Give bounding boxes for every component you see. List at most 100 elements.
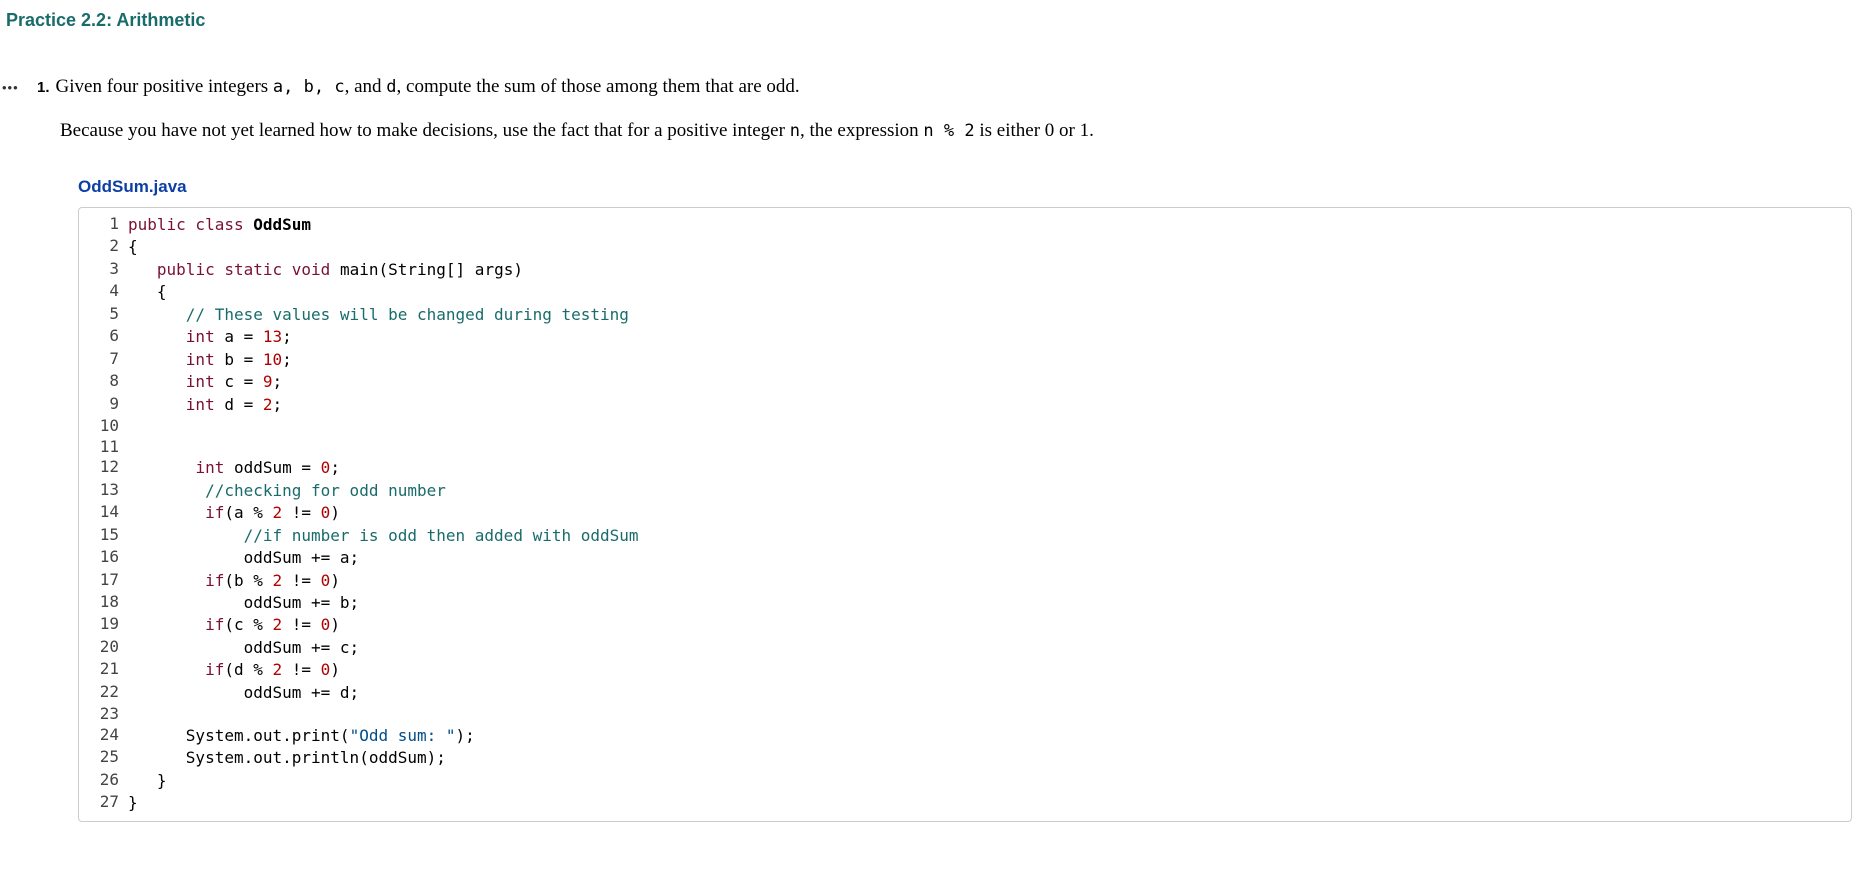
line-number: 6 [79, 326, 127, 348]
line-number: 3 [79, 259, 127, 281]
code-content[interactable]: public static void main(String[] args) [127, 259, 659, 281]
code-line: 23 [79, 704, 659, 724]
code-content[interactable]: oddSum += b; [127, 592, 659, 614]
problem-text-1: Given four positive integers a, b, c, an… [56, 76, 800, 98]
code-content[interactable]: int oddSum = 0; [127, 457, 659, 479]
line-number: 8 [79, 371, 127, 393]
code-content[interactable]: int b = 10; [127, 349, 659, 371]
line-number: 13 [79, 480, 127, 502]
code-content[interactable]: if(b % 2 != 0) [127, 570, 659, 592]
difficulty-dots: ••• [0, 80, 37, 95]
code-line: 27} [79, 792, 659, 814]
code-content[interactable]: //checking for odd number [127, 480, 659, 502]
line-number: 26 [79, 770, 127, 792]
t2-mid: , the expression [800, 120, 923, 141]
code-content[interactable]: } [127, 770, 659, 792]
code-line: 7 int b = 10; [79, 349, 659, 371]
code-line: 6 int a = 13; [79, 326, 659, 348]
line-number: 4 [79, 281, 127, 303]
code-line: 1public class OddSum [79, 214, 659, 236]
line-number: 7 [79, 349, 127, 371]
code-content[interactable]: int d = 2; [127, 394, 659, 416]
line-number: 15 [79, 525, 127, 547]
code-line: 22 oddSum += d; [79, 682, 659, 704]
code-line: 10 [79, 416, 659, 436]
t1-pre: Given four positive integers [56, 76, 273, 97]
code-line: 16 oddSum += a; [79, 547, 659, 569]
line-number: 10 [79, 416, 127, 436]
code-content[interactable] [127, 704, 659, 724]
t2-n: n [790, 121, 800, 141]
line-number: 23 [79, 704, 127, 724]
code-line: 20 oddSum += c; [79, 637, 659, 659]
code-content[interactable]: if(c % 2 != 0) [127, 614, 659, 636]
code-content[interactable]: int c = 9; [127, 371, 659, 393]
line-number: 16 [79, 547, 127, 569]
line-number: 5 [79, 304, 127, 326]
code-line: 5 // These values will be changed during… [79, 304, 659, 326]
line-number: 27 [79, 792, 127, 814]
code-line: 2{ [79, 236, 659, 258]
line-number: 20 [79, 637, 127, 659]
code-line: 9 int d = 2; [79, 394, 659, 416]
code-line: 18 oddSum += b; [79, 592, 659, 614]
code-line: 13 //checking for odd number [79, 480, 659, 502]
t1-mid1: , and [345, 76, 387, 97]
code-content[interactable]: oddSum += c; [127, 637, 659, 659]
code-line: 4 { [79, 281, 659, 303]
t2-expr: n % 2 [923, 121, 974, 141]
code-line: 3 public static void main(String[] args) [79, 259, 659, 281]
code-line: 26 } [79, 770, 659, 792]
line-number: 1 [79, 214, 127, 236]
code-content[interactable]: if(a % 2 != 0) [127, 502, 659, 524]
code-line: 14 if(a % 2 != 0) [79, 502, 659, 524]
t1-vars: a, b, c [273, 77, 345, 97]
problem-text-2: Because you have not yet learned how to … [60, 120, 1872, 142]
t1-d: d [386, 77, 396, 97]
code-content[interactable]: oddSum += d; [127, 682, 659, 704]
code-content[interactable]: public class OddSum [127, 214, 659, 236]
code-content[interactable]: if(d % 2 != 0) [127, 659, 659, 681]
code-content[interactable]: System.out.print("Odd sum: "); [127, 725, 659, 747]
code-line: 15 //if number is odd then added with od… [79, 525, 659, 547]
code-line: 17 if(b % 2 != 0) [79, 570, 659, 592]
code-content[interactable]: // These values will be changed during t… [127, 304, 659, 326]
line-number: 22 [79, 682, 127, 704]
line-number: 24 [79, 725, 127, 747]
line-number: 25 [79, 747, 127, 769]
code-content[interactable]: { [127, 236, 659, 258]
code-line: 19 if(c % 2 != 0) [79, 614, 659, 636]
problem-block: ••• 1. Given four positive integers a, b… [0, 76, 1872, 822]
line-number: 9 [79, 394, 127, 416]
code-line: 21 if(d % 2 != 0) [79, 659, 659, 681]
code-content[interactable]: System.out.println(oddSum); [127, 747, 659, 769]
line-number: 17 [79, 570, 127, 592]
line-number: 2 [79, 236, 127, 258]
code-editor[interactable]: 1public class OddSum2{3 public static vo… [78, 207, 1852, 822]
code-line: 25 System.out.println(oddSum); [79, 747, 659, 769]
code-line: 8 int c = 9; [79, 371, 659, 393]
code-table: 1public class OddSum2{3 public static vo… [79, 214, 659, 815]
t1-mid2: , compute the sum of those among them th… [397, 76, 800, 97]
code-content[interactable]: } [127, 792, 659, 814]
code-content[interactable]: int a = 13; [127, 326, 659, 348]
code-content[interactable]: //if number is odd then added with oddSu… [127, 525, 659, 547]
filename-label: OddSum.java [78, 177, 1872, 197]
line-number: 19 [79, 614, 127, 636]
t2-post: is either 0 or 1. [975, 120, 1094, 141]
code-content[interactable] [127, 416, 659, 436]
page-title: Practice 2.2: Arithmetic [0, 0, 1872, 31]
line-number: 11 [79, 437, 127, 457]
line-number: 12 [79, 457, 127, 479]
line-number: 14 [79, 502, 127, 524]
code-content[interactable]: { [127, 281, 659, 303]
code-content[interactable] [127, 437, 659, 457]
t2-pre: Because you have not yet learned how to … [60, 120, 790, 141]
line-number: 18 [79, 592, 127, 614]
line-number: 21 [79, 659, 127, 681]
code-line: 24 System.out.print("Odd sum: "); [79, 725, 659, 747]
code-line: 12 int oddSum = 0; [79, 457, 659, 479]
problem-number: 1. [37, 79, 50, 96]
code-line: 11 [79, 437, 659, 457]
code-content[interactable]: oddSum += a; [127, 547, 659, 569]
